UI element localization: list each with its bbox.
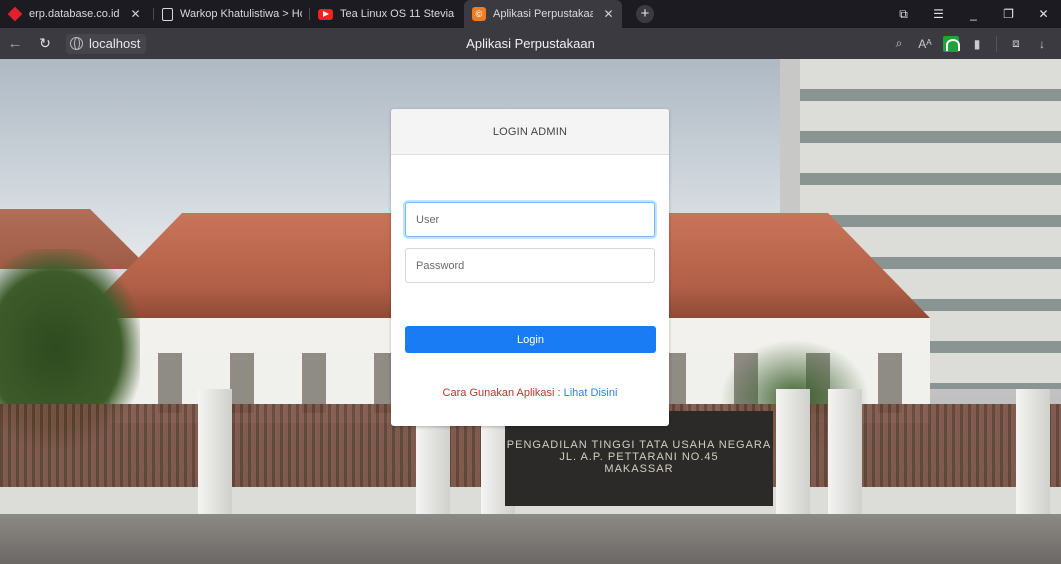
app-icon: © <box>472 7 486 21</box>
tab-title: Aplikasi Perpustakaan <box>493 8 593 20</box>
tab-search-icon[interactable]: ⧉ <box>886 7 921 22</box>
tab-title: erp.database.co.id <box>29 8 120 20</box>
password-input[interactable] <box>405 248 655 283</box>
close-icon[interactable]: ✕ <box>130 7 142 21</box>
help-text: Cara Gunakan Aplikasi : <box>442 387 561 399</box>
red-diamond-icon <box>7 6 23 22</box>
login-button[interactable]: Login <box>405 326 656 353</box>
toolbar-divider <box>996 35 997 52</box>
tab-aplikasi-perpustakaan[interactable]: © Aplikasi Perpustakaan ✕ <box>464 0 622 28</box>
menu-icon[interactable]: ☰ <box>921 7 956 21</box>
user-input[interactable] <box>405 202 655 237</box>
search-icon[interactable]: ⌕ <box>886 36 912 51</box>
reload-icon[interactable]: ↻ <box>30 35 60 52</box>
download-icon[interactable]: ↓ <box>1029 37 1055 51</box>
toolbar-actions: ⌕ Aᴬ ▮ ⧈ ↓ <box>886 28 1055 59</box>
address-toolbar: ← ↻ localhost Aplikasi Perpustakaan ⌕ Aᴬ… <box>0 28 1061 59</box>
login-header: LOGIN ADMIN <box>391 109 669 155</box>
background-pillar <box>198 389 232 519</box>
login-card: LOGIN ADMIN Login Cara Gunakan Aplikasi … <box>391 109 669 426</box>
background-pillar <box>776 389 810 519</box>
translate-icon[interactable]: Aᴬ <box>912 37 938 51</box>
back-arrow-icon[interactable]: ← <box>0 35 30 52</box>
address-bar[interactable]: localhost <box>66 33 147 54</box>
help-link[interactable]: Lihat Disini <box>564 387 618 399</box>
extensions-icon[interactable]: ⧈ <box>1003 36 1029 51</box>
close-icon[interactable]: ✕ <box>603 7 614 21</box>
minimize-icon[interactable]: _ <box>956 7 991 21</box>
address-text: localhost <box>89 36 141 51</box>
tab-strip: erp.database.co.id ✕ Warkop Khatulistiwa… <box>0 0 1061 28</box>
gate-sign-text: PENGADILAN TINGGI TATA USAHA NEGARA JL. … <box>506 439 772 475</box>
restore-icon[interactable]: ❐ <box>991 7 1026 21</box>
wifi-icon[interactable] <box>943 35 960 52</box>
tab-title: Tea Linux OS 11 Stevia | Be <box>340 8 456 20</box>
bookmark-icon[interactable]: ▮ <box>964 37 990 51</box>
window-controls: ⧉ ☰ _ ❐ ✕ <box>886 0 1061 28</box>
background-pillar <box>1016 389 1050 519</box>
page-icon <box>162 7 173 21</box>
youtube-icon <box>318 8 333 20</box>
close-window-icon[interactable]: ✕ <box>1026 7 1061 21</box>
tab-erp[interactable]: erp.database.co.id ✕ <box>0 0 154 28</box>
tab-warkop[interactable]: Warkop Khatulistiwa > Hot <box>154 0 310 28</box>
tab-title: Warkop Khatulistiwa > Hot <box>180 8 302 20</box>
background-pillar <box>828 389 862 519</box>
new-tab-button[interactable]: + <box>636 5 654 23</box>
page-viewport: PENGADILAN TINGGI TATA USAHA NEGARA JL. … <box>0 59 1061 564</box>
globe-icon <box>70 37 83 50</box>
help-line: Cara Gunakan Aplikasi : Lihat Disini <box>391 387 669 399</box>
tab-tea-linux[interactable]: Tea Linux OS 11 Stevia | Be <box>310 0 464 28</box>
background-street <box>0 514 1061 564</box>
